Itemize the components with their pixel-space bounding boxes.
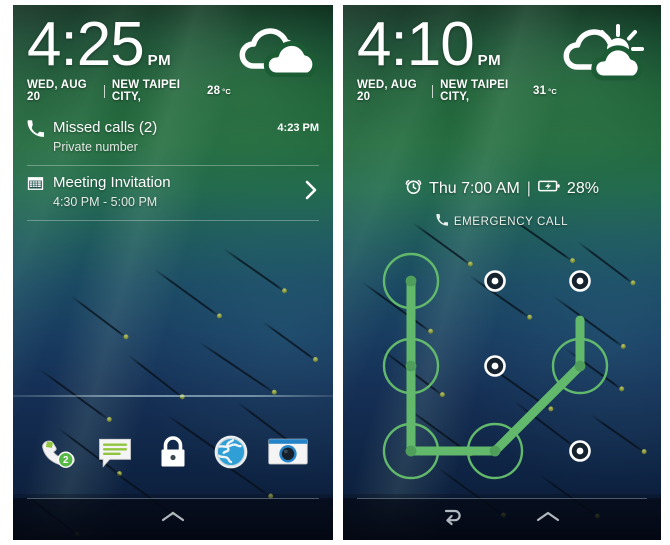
notification-meeting-invitation[interactable]: Meeting Invitation 4:30 PM - 5:00 PM (13, 165, 333, 220)
chevron-right-icon[interactable] (304, 179, 319, 206)
clock-ampm: PM (147, 52, 172, 69)
dock-phone-icon[interactable]: 2 (36, 430, 80, 474)
clock-date-city-left: WED, AUG 20 NEW TAIPEI CITY, 28 °C (27, 79, 231, 103)
notification-list: Missed calls (2) Private number 4:23 PM (13, 110, 333, 221)
notification-subtitle: Private number (53, 140, 138, 154)
pattern-dot-unselected (484, 355, 506, 377)
notification-missed-calls[interactable]: Missed calls (2) Private number 4:23 PM (13, 110, 333, 165)
dock-camera-icon[interactable] (266, 430, 310, 474)
notification-title: Meeting Invitation (53, 174, 171, 191)
phone-screen-right: 4:10 PM WED, AUG 20 NEW TAIPEI CITY, 31 … (343, 5, 661, 540)
clock-widget-left[interactable]: 4:25 PM WED, AUG 20 NEW TAIPEI CITY, 28 … (13, 5, 333, 103)
dock-divider-left (13, 395, 333, 397)
wallpaper-blades-left (13, 208, 333, 540)
home-chevron-up-icon[interactable] (159, 509, 187, 530)
back-icon[interactable] (442, 507, 464, 532)
cloudy-icon[interactable] (231, 23, 318, 82)
notification-time: 4:23 PM (277, 122, 319, 134)
notification-title: Missed calls (2) (53, 119, 158, 136)
clock-temp-unit: °C (222, 86, 231, 96)
clock-time-left: 4:25 PM (27, 10, 231, 79)
pattern-dot-unselected (569, 270, 591, 292)
clock-separator (103, 84, 105, 98)
clock-city: NEW TAIPEI CITY, (111, 79, 181, 103)
navbar-right (343, 498, 661, 540)
clock-hhmm: 4:25 (27, 10, 145, 79)
lockscreen-dock: 2 (13, 430, 333, 474)
screenshot-root: 4:25 PM WED, AUG 20 NEW TAIPEI CITY, 28 … (0, 0, 670, 545)
dock-messages-icon[interactable] (93, 430, 137, 474)
dock-phone-badge-count: 2 (63, 455, 69, 466)
phone-missed-call-icon (27, 118, 53, 142)
dock-browser-globe-icon[interactable] (209, 430, 253, 474)
calendar-icon (27, 173, 53, 197)
pattern-dot-unselected (569, 440, 591, 462)
notification-list-bottom-rule (27, 220, 319, 221)
phone-screen-left: 4:25 PM WED, AUG 20 NEW TAIPEI CITY, 28 … (13, 5, 333, 540)
pattern-lock-grid[interactable] (343, 5, 661, 540)
navbar-left (13, 498, 333, 540)
clock-temp: 28 (206, 85, 221, 97)
dock-lock-icon[interactable] (151, 430, 195, 474)
clock-date: WED, AUG 20 (27, 79, 87, 103)
pattern-dot-unselected (484, 270, 506, 292)
home-chevron-up-icon[interactable] (534, 509, 562, 530)
notification-subtitle: 4:30 PM - 5:00 PM (53, 195, 158, 209)
